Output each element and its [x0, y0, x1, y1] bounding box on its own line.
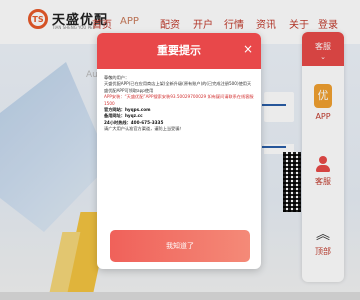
notice-modal: 重要提示 × 尊敬的用户： 天盛优配APP(已在应用商店上架)全新升级(原有账户… — [97, 33, 261, 269]
modal-body: 尊敬的用户： 天盛优配APP(已在应用商店上架)全新升级(原有账户)的(已完成注… — [97, 69, 261, 133]
notice-warning: 请广大用户认准官方渠道，谨防上当受骗！ — [104, 126, 184, 132]
close-icon[interactable]: × — [243, 42, 253, 56]
confirm-button[interactable]: 我知道了 — [110, 230, 250, 262]
notice-paragraph: 天盛优配APP(已在应用商店上架)全新升级(原有账户)的(已完成注册500)使用… — [104, 81, 252, 93]
notice-app-install: APP安装：“天盛优配”APP搜索安装93.50029700029 如有疑问请联… — [104, 94, 254, 106]
modal-title: 重要提示 — [157, 44, 201, 57]
modal-header: 重要提示 × — [97, 33, 261, 69]
